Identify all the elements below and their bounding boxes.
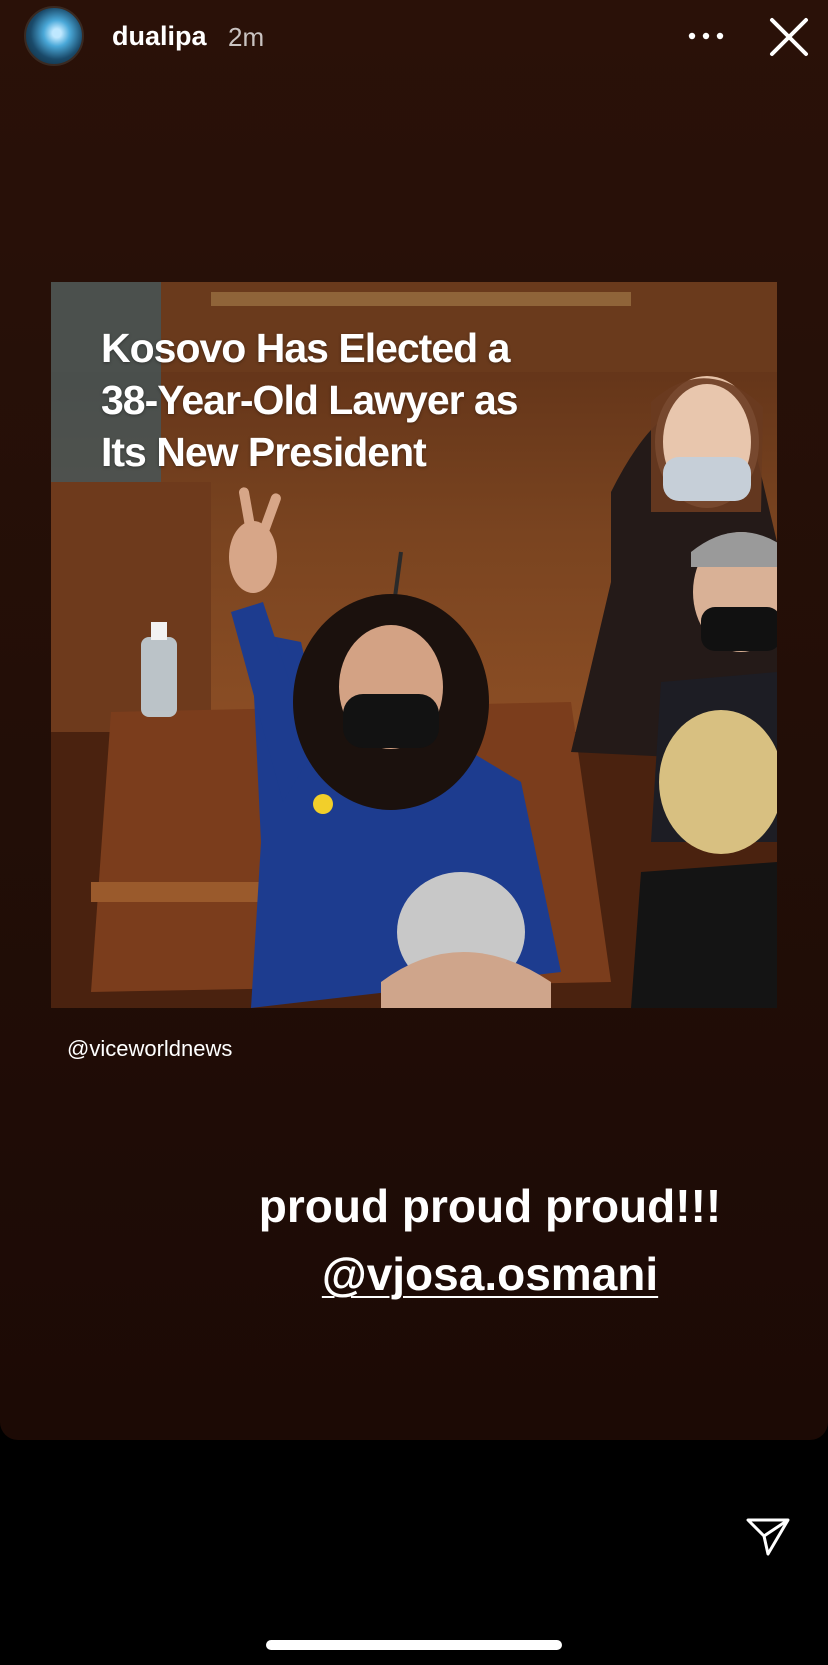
more-options-icon[interactable] [684, 14, 728, 58]
headline-line: 38-Year-Old Lawyer as [101, 377, 519, 423]
headline-line: Its New President [101, 429, 427, 475]
close-icon[interactable] [764, 12, 814, 62]
home-indicator[interactable] [266, 1640, 562, 1650]
headline-line: Kosovo Has Elected a [101, 325, 510, 371]
caption-text: proud proud proud!!! [258, 1180, 722, 1232]
post-time: 2m [228, 22, 265, 52]
avatar[interactable] [24, 6, 84, 66]
post-headline: Kosovo Has Elected a 38-Year-Old Lawyer … [101, 322, 661, 478]
story-header: dualipa 2m [0, 0, 828, 80]
post-source-link[interactable]: @viceworldnews [67, 1036, 232, 1062]
story-caption: proud proud proud!!! @vjosa.osmani [200, 1172, 780, 1308]
send-icon[interactable] [744, 1514, 792, 1558]
mention-link[interactable]: @vjosa.osmani [322, 1248, 658, 1300]
story-frame[interactable]: dualipa 2m Kosovo Has Elected a 38-Year-… [0, 0, 828, 1440]
shared-post-image[interactable]: Kosovo Has Elected a 38-Year-Old Lawyer … [51, 282, 777, 1008]
username[interactable]: dualipa [112, 21, 207, 52]
